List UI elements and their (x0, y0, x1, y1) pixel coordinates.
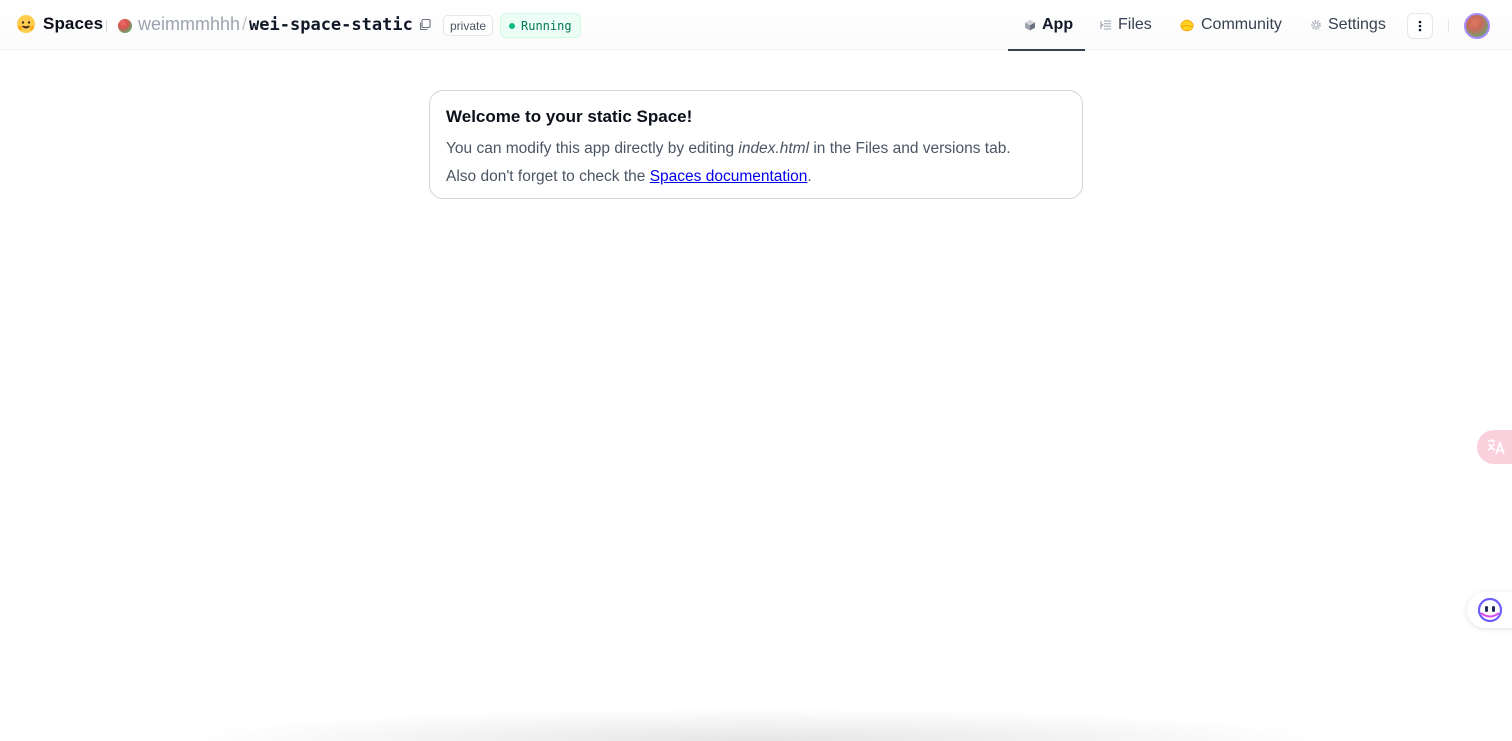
instructions-text-start: You can modify this app directly by edit… (446, 140, 739, 157)
user-avatar[interactable] (1464, 13, 1490, 39)
cube-icon (1025, 19, 1035, 31)
tab-settings-label: Settings (1328, 16, 1386, 33)
docs-line: Also don't forget to check the Spaces do… (446, 163, 1066, 191)
spaces-documentation-link[interactable]: Spaces documentation (650, 168, 808, 185)
tab-settings[interactable]: Settings (1310, 0, 1386, 50)
vertical-dots-icon (1418, 20, 1422, 32)
top-navigation-bar: Spaces weimmmhhh / wei-space-static priv… (0, 0, 1512, 51)
gear-icon (1311, 20, 1321, 30)
hug-icon (1180, 19, 1194, 32)
repo-owner-link[interactable]: weimmmhhh (138, 14, 240, 35)
docs-text-start: Also don't forget to check the (446, 168, 650, 185)
hugging-face-logo-icon (17, 15, 35, 33)
repo-breadcrumb: weimmmhhh / wei-space-static (138, 14, 413, 35)
status-dot-icon (509, 22, 515, 29)
status-label: Running (521, 18, 572, 33)
tab-files[interactable]: Files (1100, 0, 1152, 50)
more-options-button[interactable] (1407, 13, 1433, 39)
breadcrumb-separator: / (242, 14, 248, 34)
tab-community[interactable]: Community (1179, 0, 1282, 50)
spaces-brand-label: Spaces (43, 14, 104, 33)
tab-files-label: Files (1118, 16, 1152, 33)
repo-name-link[interactable]: wei-space-static (249, 15, 413, 35)
instructions-text-end: in the Files and versions tab. (809, 140, 1011, 157)
translate-button[interactable] (1477, 430, 1512, 464)
assistant-icon (1477, 597, 1503, 623)
tab-community-label: Community (1201, 16, 1282, 33)
docs-text-end: . (807, 168, 812, 185)
bottom-shadow (0, 700, 1512, 741)
assistant-button[interactable] (1467, 592, 1512, 628)
status-badge[interactable]: Running (500, 13, 581, 38)
spaces-home-link[interactable]: Spaces (16, 14, 103, 34)
tab-app[interactable]: App (1008, 0, 1085, 51)
visibility-badge: private (443, 15, 494, 36)
copy-icon[interactable] (418, 18, 432, 32)
tab-app-label: App (1042, 16, 1074, 33)
translate-icon (1487, 439, 1505, 455)
divider (106, 20, 107, 32)
files-icon (1100, 20, 1111, 30)
welcome-card: Welcome to your static Space! You can mo… (429, 90, 1083, 199)
owner-avatar[interactable] (118, 19, 132, 33)
filename-text: index.html (738, 140, 810, 157)
instructions-line: You can modify this app directly by edit… (446, 135, 1066, 163)
divider (1448, 20, 1449, 32)
welcome-title: Welcome to your static Space! (446, 107, 693, 126)
